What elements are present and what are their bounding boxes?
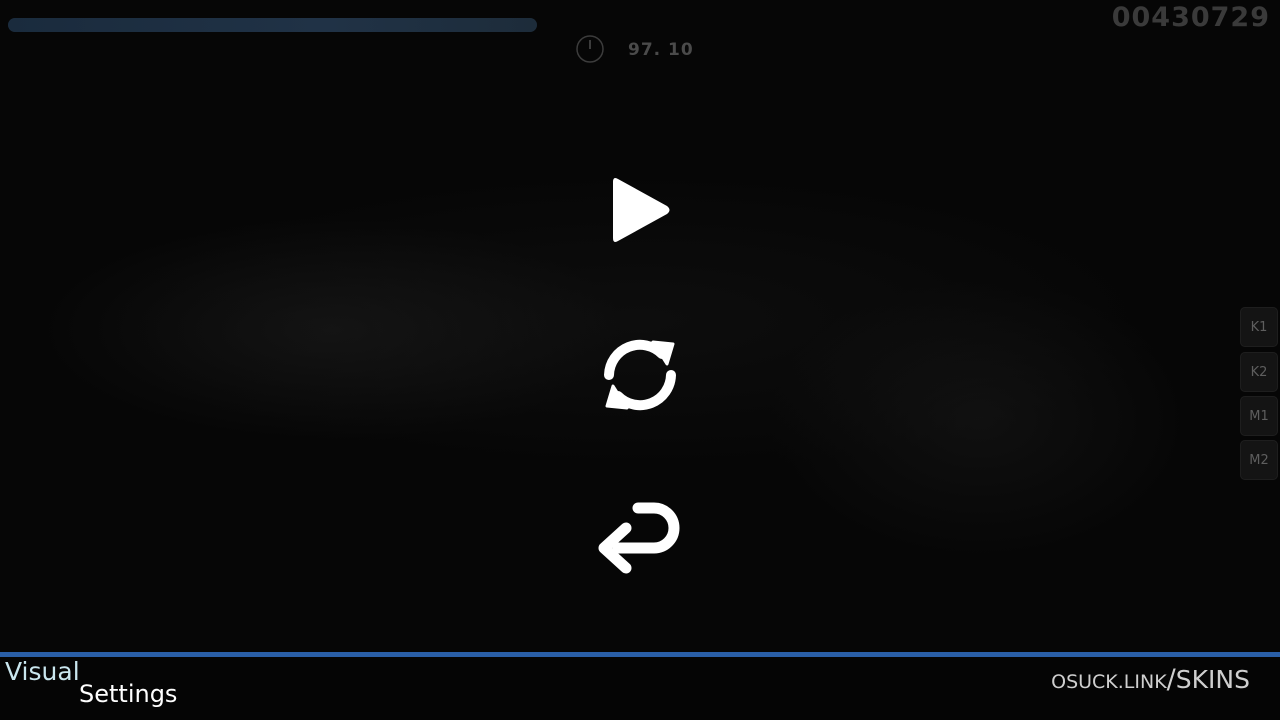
retry-icon: [604, 339, 676, 411]
watermark-domain: OSUCK.LINK: [1051, 671, 1167, 693]
retry-button[interactable]: [590, 325, 690, 425]
settings-label: Settings: [79, 680, 178, 708]
continue-button[interactable]: [590, 160, 690, 260]
back-button[interactable]: [590, 490, 690, 590]
key-overlay-m2: M2: [1240, 440, 1278, 480]
key-overlay-m1: M1: [1240, 396, 1278, 436]
song-progress-fill: [8, 18, 537, 32]
game-screen: 00430729 97. 10 K1 K2 M1 M2 Visual Setti…: [0, 0, 1280, 720]
accuracy-display: 97. 10: [628, 40, 694, 60]
key-overlay-k2: K2: [1240, 352, 1278, 392]
song-progress-bar: [8, 18, 537, 32]
watermark-path: SKINS: [1175, 665, 1250, 694]
play-icon: [613, 178, 670, 242]
key-overlay-k1: K1: [1240, 307, 1278, 347]
watermark-slash: /: [1166, 664, 1176, 695]
visual-label: Visual: [5, 657, 80, 686]
back-arrow-icon: [598, 502, 680, 574]
accuracy-clock-icon: [576, 35, 604, 63]
skin-watermark: OSUCK.LINK/SKINS: [1051, 664, 1250, 695]
score-counter: 00430729: [1111, 2, 1270, 33]
